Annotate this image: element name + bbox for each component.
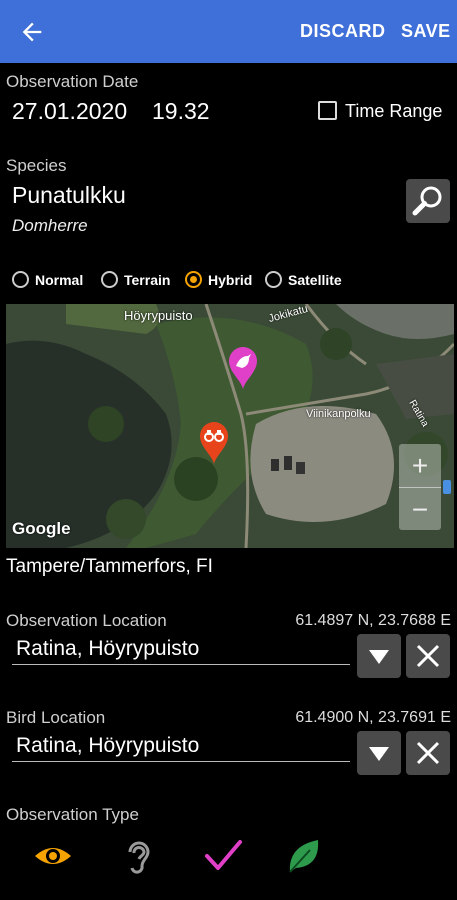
satellite-imagery [6, 304, 454, 548]
dropdown-triangle-icon [369, 650, 389, 664]
eye-icon[interactable] [33, 836, 73, 876]
map-label-hoyrypuisto: Höyrypuisto [124, 308, 193, 323]
map-type-selector: Normal Terrain Hybrid Satellite [12, 271, 457, 295]
map-type-terrain[interactable]: Terrain [101, 271, 170, 288]
radio-icon [12, 271, 29, 288]
app-bar: DISCARD SAVE [0, 0, 457, 63]
radio-icon [101, 271, 118, 288]
map-label-viinikanpolku: Viinikanpolku [306, 408, 371, 420]
map-type-normal[interactable]: Normal [12, 271, 83, 288]
observation-location-dropdown-button[interactable] [357, 634, 401, 678]
map-edge-indicator [443, 480, 451, 494]
map-view[interactable]: Höyrypuisto Jokikatu Viinikanpolku Ratin… [6, 304, 454, 548]
bird-location-label: Bird Location [6, 708, 106, 727]
bird-location-input[interactable]: Ratina, Höyrypuisto [16, 734, 199, 758]
observation-location-label: Observation Location [6, 611, 167, 630]
bird-location-clear-button[interactable] [406, 731, 450, 775]
observation-location-clear-button[interactable] [406, 634, 450, 678]
observation-location-coords: 61.4897 N, 23.7688 E [295, 612, 451, 629]
close-icon [416, 644, 440, 668]
bird-location-coords: 61.4900 N, 23.7691 E [295, 709, 451, 726]
bird-location-dropdown-button[interactable] [357, 731, 401, 775]
time-range-label[interactable]: Time Range [345, 101, 442, 122]
dropdown-triangle-icon [369, 747, 389, 761]
species-name[interactable]: Punatulkku [12, 182, 126, 209]
bird-location-underline [12, 761, 350, 762]
leaf-icon[interactable] [284, 836, 324, 876]
observation-date-label: Observation Date [6, 72, 139, 91]
observer-location-marker-icon[interactable] [199, 421, 229, 465]
zoom-out-button[interactable]: − [399, 488, 441, 531]
ear-icon[interactable] [118, 836, 158, 876]
search-icon [412, 186, 442, 216]
observation-location-underline [12, 664, 350, 665]
zoom-in-button[interactable]: + [399, 444, 441, 487]
map-logo: Google [12, 519, 71, 538]
check-icon[interactable] [203, 836, 243, 876]
species-search-button[interactable] [406, 179, 450, 223]
place-name: Tampere/Tammerfors, FI [6, 556, 213, 577]
observation-time-value[interactable]: 19.32 [152, 98, 210, 125]
save-button[interactable]: SAVE [401, 21, 451, 42]
time-range-checkbox[interactable] [318, 101, 337, 120]
map-type-satellite[interactable]: Satellite [265, 271, 342, 288]
observation-date-value[interactable]: 27.01.2020 [12, 98, 127, 125]
species-alt-name: Domherre [12, 216, 88, 235]
close-icon [416, 741, 440, 765]
discard-button[interactable]: DISCARD [300, 21, 386, 42]
radio-icon [265, 271, 282, 288]
map-type-hybrid[interactable]: Hybrid [185, 271, 252, 288]
back-arrow-icon[interactable] [18, 18, 46, 46]
observation-type-label: Observation Type [6, 805, 139, 824]
observation-location-input[interactable]: Ratina, Höyrypuisto [16, 637, 199, 661]
radio-selected-icon [185, 271, 202, 288]
map-zoom-controls: + − [399, 444, 441, 530]
bird-location-marker-icon[interactable] [228, 346, 258, 390]
species-label: Species [6, 156, 67, 175]
